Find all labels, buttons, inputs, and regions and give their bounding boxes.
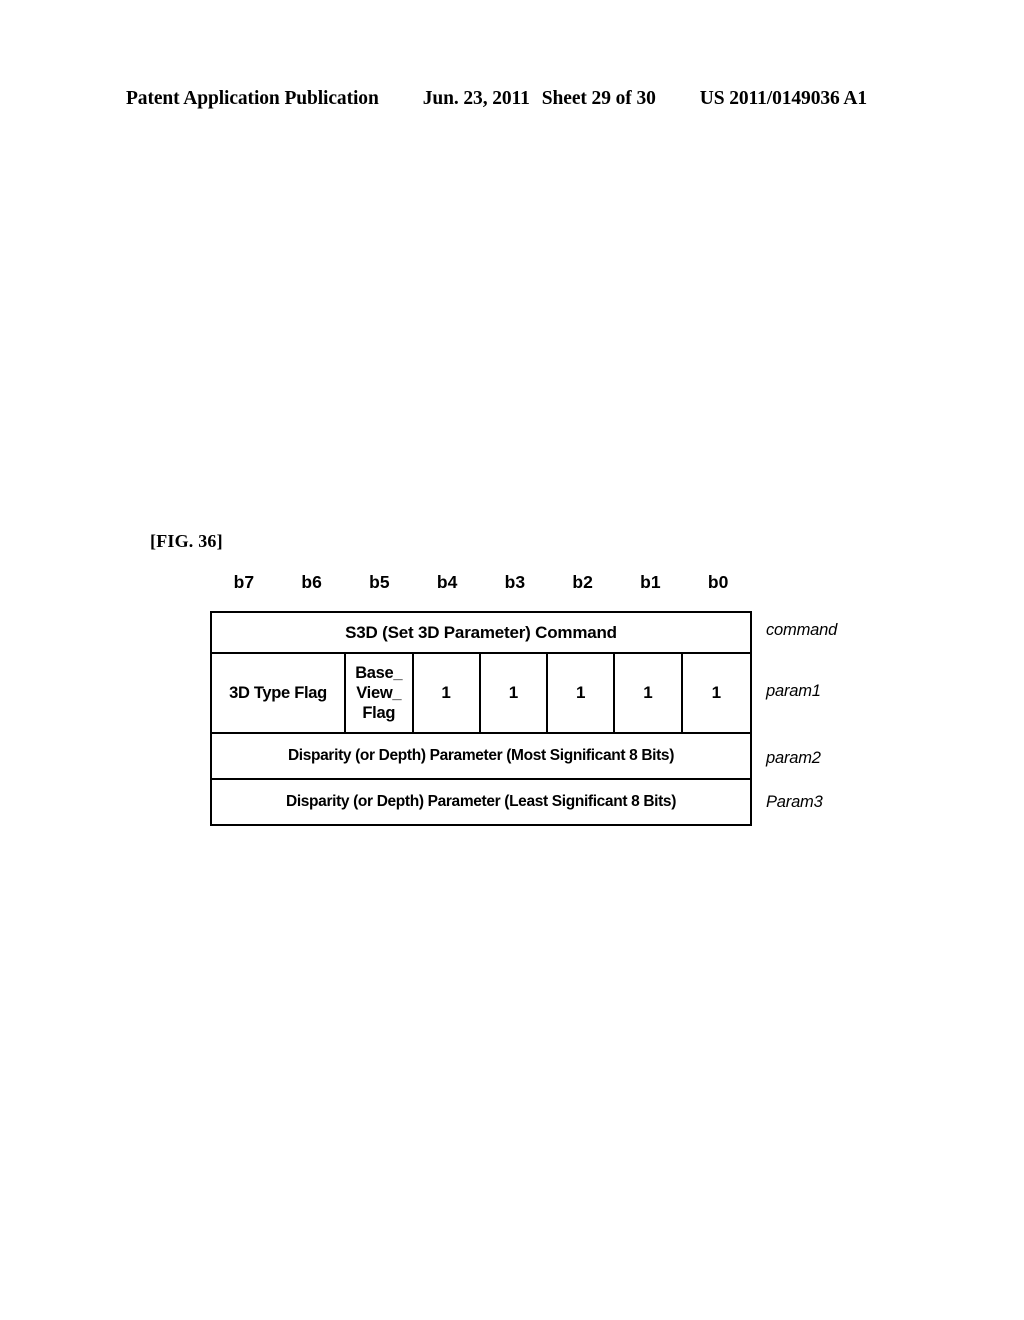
base-view-flag-line-3: Flag — [362, 704, 396, 722]
cell-bit-b0: 1 — [711, 683, 722, 702]
cell-bit-b1: 1 — [615, 654, 683, 732]
side-label-param2: param2 — [766, 749, 821, 767]
patent-number: US 2011/0149036 A1 — [699, 88, 867, 109]
side-label-param1: param1 — [766, 682, 821, 700]
cell-bit-b3: 1 — [481, 654, 549, 732]
side-label-command: command — [766, 621, 838, 639]
bit-header-b2: b2 — [572, 572, 593, 592]
bit-header-b5: b5 — [369, 572, 390, 592]
bit-header-b3: b3 — [504, 572, 526, 592]
table-row-param1: 3D Type Flag Base_ View_ Flag 1 1 1 1 1 — [212, 654, 750, 734]
cell-3d-type-flag: 3D Type Flag — [212, 654, 346, 732]
byte-layout-table: S3D (Set 3D Parameter) Command 3D Type F… — [210, 611, 752, 826]
cell-bit-b4: 1 — [414, 654, 481, 732]
table-row-param2: Disparity (or Depth) Parameter (Most Sig… — [212, 734, 750, 780]
table-row-command: S3D (Set 3D Parameter) Command — [212, 613, 750, 654]
publication-title: Patent Application Publication — [126, 88, 379, 109]
figure-label: [FIG. 36] — [150, 531, 223, 551]
side-label-param3: Param3 — [766, 793, 823, 811]
table-row-param3: Disparity (or Depth) Parameter (Least Si… — [212, 780, 750, 824]
cell-bit-b2: 1 — [548, 654, 616, 732]
bit-header-b1: b1 — [640, 572, 661, 592]
figure-36: b7 b6 b5 b4 b3 b2 b1 b0 S3D (Set 3D Para… — [210, 572, 910, 842]
publication-date: Jun. 23, 2011 — [422, 88, 530, 109]
cell-command: S3D (Set 3D Parameter) Command — [345, 622, 617, 642]
cell-disparity-lsb: Disparity (or Depth) Parameter (Least Si… — [285, 793, 677, 810]
bit-header-b6: b6 — [301, 572, 322, 592]
base-view-flag-line-1: Base_ — [355, 664, 403, 682]
page-header: Patent Application Publication Jun. 23, … — [126, 88, 898, 110]
bit-header-row: b7 b6 b5 b4 b3 b2 b1 b0 — [210, 572, 752, 598]
bit-header-b0: b0 — [707, 572, 729, 592]
sheet-number: Sheet 29 of 30 — [541, 88, 656, 109]
bit-header-b4: b4 — [436, 572, 458, 592]
cell-base-view-flag: Base_ View_ Flag — [346, 654, 414, 732]
cell-disparity-msb: Disparity (or Depth) Parameter (Most Sig… — [287, 747, 675, 764]
base-view-flag-line-2: View_ — [356, 684, 402, 702]
bit-header-b7: b7 — [233, 572, 255, 592]
